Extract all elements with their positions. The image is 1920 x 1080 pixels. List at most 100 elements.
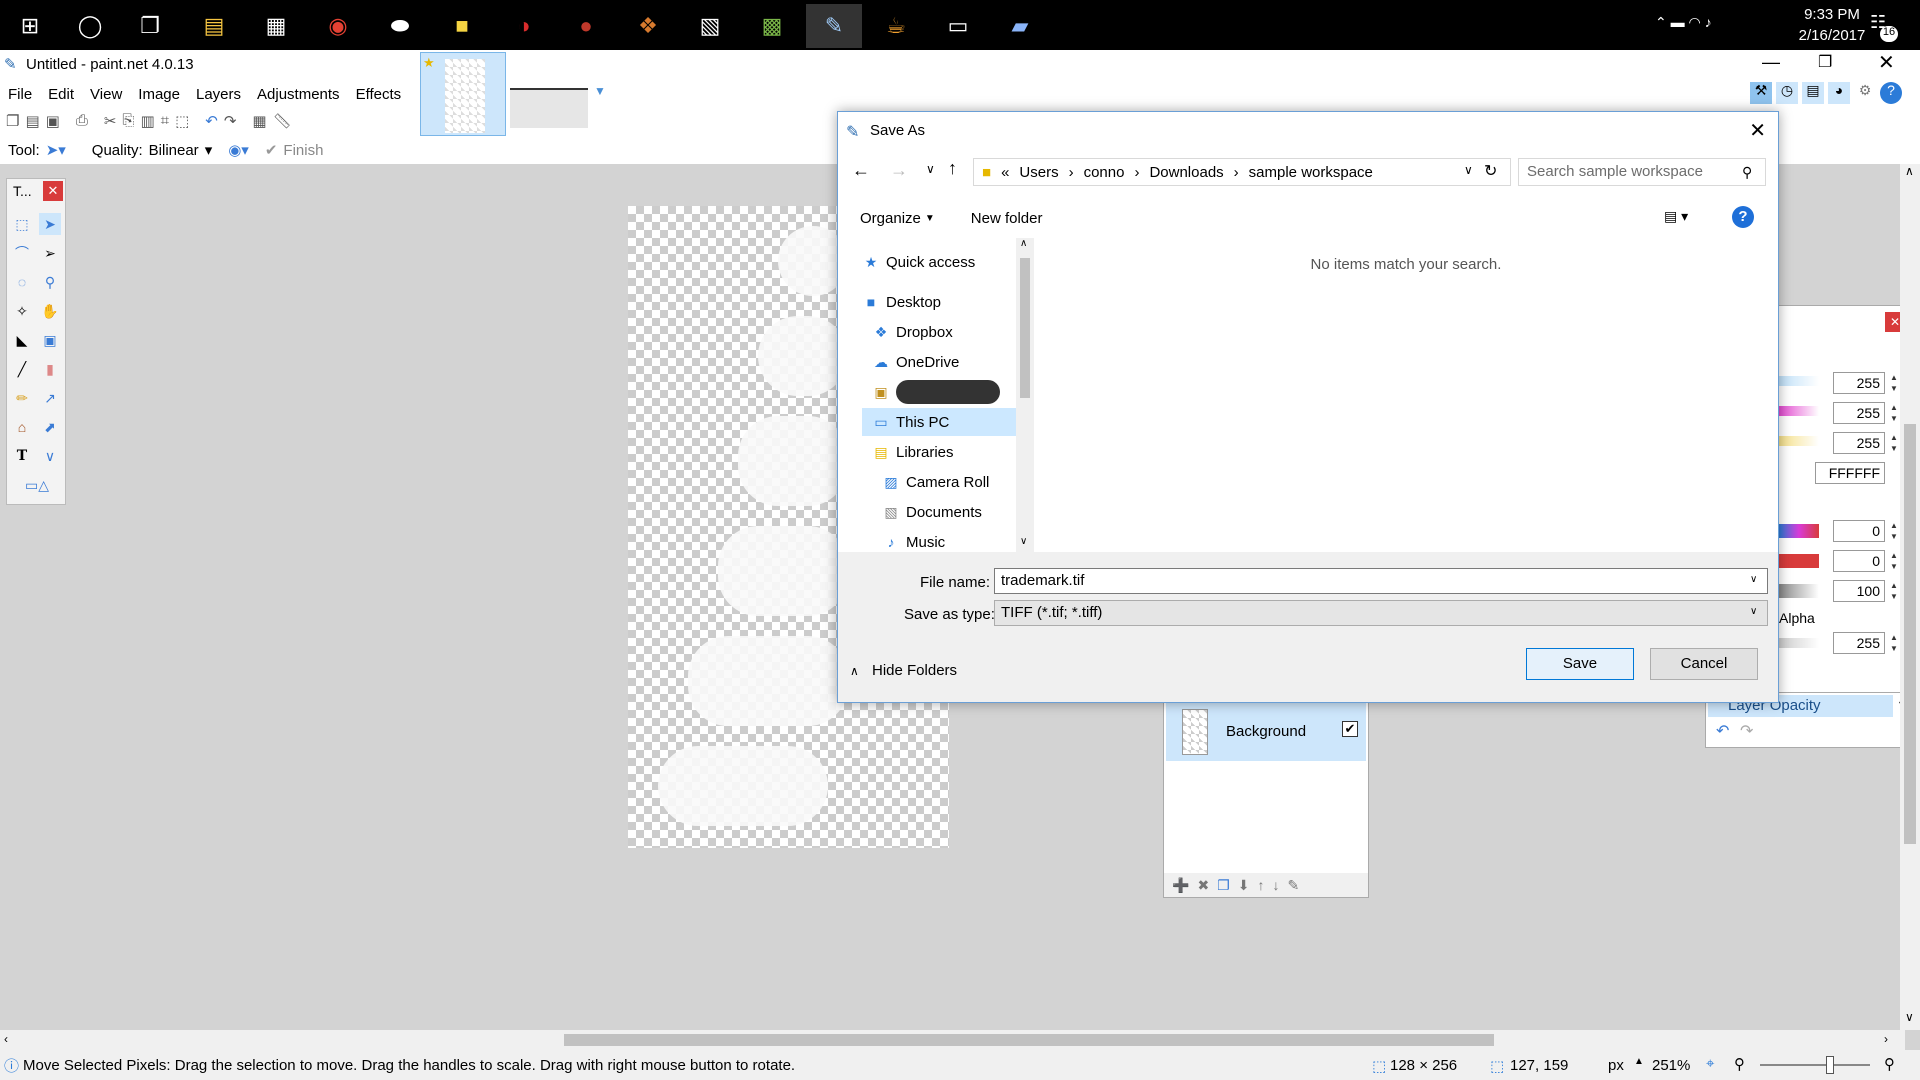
menu-view[interactable]: View [82, 86, 130, 103]
tools-window-icon[interactable]: ⚒ [1750, 82, 1772, 104]
maximize-button[interactable]: ❐ [1818, 52, 1832, 72]
task-view-icon[interactable]: ❐ [122, 4, 178, 48]
quality-chevron-icon[interactable]: ▾ [205, 141, 213, 159]
unit-selector[interactable]: px [1608, 1057, 1624, 1074]
hue-value[interactable]: 0 [1833, 520, 1885, 542]
app-blue-icon[interactable]: ▰ [992, 4, 1048, 48]
menu-effects[interactable]: Effects [348, 86, 410, 103]
value-spinner[interactable]: ▲ ▼ [1887, 580, 1901, 602]
paintnet-taskbar-icon[interactable]: ✎ [806, 4, 862, 48]
shapes-icon[interactable]: ▭△ [15, 474, 59, 496]
zoom-level[interactable]: 251% [1652, 1057, 1690, 1074]
blue-spinner[interactable]: ▲ ▼ [1887, 432, 1901, 454]
eraser-icon[interactable]: ▮ [39, 358, 61, 380]
layers-window-icon[interactable]: ▤ [1802, 82, 1824, 104]
magic-wand-icon[interactable]: ✧ [11, 300, 33, 322]
add-layer-icon[interactable]: ➕ [1172, 877, 1189, 893]
nav-music[interactable]: ♪ Music [882, 528, 1016, 552]
menu-file[interactable]: File [0, 86, 40, 103]
move-selection-icon[interactable]: ➢ [39, 242, 61, 264]
alpha-slider[interactable] [1779, 638, 1819, 648]
sticky-notes-icon[interactable]: ■ [434, 4, 490, 48]
gradient-icon[interactable]: ▣ [39, 329, 61, 351]
help-icon[interactable]: ? [1880, 82, 1902, 104]
saturation-slider[interactable] [1779, 554, 1819, 568]
image-thumbnail-active[interactable]: ★ [420, 52, 506, 136]
nav-onedrive[interactable]: ☁ OneDrive [872, 348, 1016, 376]
text-icon[interactable]: T [11, 445, 33, 467]
forward-button[interactable]: → [890, 160, 908, 181]
scroll-down-icon[interactable]: ∨ [1020, 536, 1027, 547]
merge-layer-icon[interactable]: ⬇ [1238, 877, 1250, 893]
pan-icon[interactable]: ✋ [39, 300, 61, 322]
cut-icon[interactable]: ✂ [104, 112, 117, 130]
scroll-up-icon[interactable]: ∧ [1905, 164, 1914, 178]
scroll-up-icon[interactable]: ∧ [1020, 238, 1027, 249]
organize-button[interactable]: Organize [860, 210, 921, 227]
nav-redacted-user[interactable]: ▣ [872, 378, 1016, 406]
zoom-out-icon[interactable]: ⚲ [1734, 1055, 1745, 1073]
scroll-thumb[interactable] [1020, 258, 1030, 398]
back-button[interactable]: ← [852, 160, 870, 181]
horizontal-scroll-thumb[interactable] [564, 1034, 1494, 1046]
java-icon[interactable]: ☕ [868, 4, 924, 48]
save-icon[interactable]: ▣ [46, 112, 60, 130]
delete-layer-icon[interactable]: ✖ [1197, 877, 1209, 893]
zoom-in-icon[interactable]: ⚲ [1884, 1055, 1895, 1073]
history-undo-icon[interactable]: ↶ [1716, 721, 1729, 741]
save-type-dropdown-icon[interactable]: ∨ [1750, 606, 1757, 617]
hue-spinner[interactable]: ▲ ▼ [1887, 520, 1901, 542]
breadcrumb-conno[interactable]: conno [1084, 164, 1125, 181]
saturation-spinner[interactable]: ▲ ▼ [1887, 550, 1901, 572]
value-value[interactable]: 100 [1833, 580, 1885, 602]
breadcrumb-overflow[interactable]: « [1001, 164, 1009, 181]
breadcrumb-users[interactable]: Users [1019, 164, 1058, 181]
scroll-left-icon[interactable]: ‹ [4, 1032, 8, 1046]
hide-folders-button[interactable]: Hide Folders [872, 662, 957, 679]
nav-this-pc[interactable]: ▭ This PC [862, 408, 1016, 436]
chrome-icon[interactable]: ◉ [310, 4, 366, 48]
menu-edit[interactable]: Edit [40, 86, 82, 103]
clone-stamp-icon[interactable]: ⌂ [11, 416, 33, 438]
recolor-icon[interactable]: ⬈ [39, 416, 61, 438]
move-layer-down-icon[interactable]: ↓ [1272, 877, 1279, 893]
ruler-icon[interactable]: 📏︎ [273, 112, 292, 130]
nav-camera-roll[interactable]: ▨ Camera Roll [882, 468, 1016, 496]
terminal-icon[interactable]: ▭ [930, 4, 986, 48]
red-slider[interactable] [1779, 376, 1819, 386]
open-icon[interactable]: ▤ [25, 112, 39, 130]
document-icon[interactable]: ▧ [682, 4, 738, 48]
green-slider[interactable] [1779, 406, 1819, 416]
close-button[interactable]: ✕ [1878, 50, 1895, 75]
scroll-right-icon[interactable]: › [1884, 1032, 1888, 1046]
copy-icon[interactable]: ⎘ [122, 112, 134, 130]
unit-dropdown-icon[interactable]: ▲ [1634, 1056, 1644, 1067]
clock[interactable]: 9:33 PM 2/16/2017 [1782, 6, 1882, 44]
crop-icon[interactable]: ⌗ [161, 112, 169, 130]
red-spinner[interactable]: ▲ ▼ [1887, 372, 1901, 394]
undo-icon[interactable]: ↶ [205, 112, 218, 130]
green-spinner[interactable]: ▲ ▼ [1887, 402, 1901, 424]
layer-visible-checkbox[interactable]: ✔ [1342, 721, 1358, 737]
image-thumbnail-2[interactable] [510, 88, 588, 128]
red-value[interactable]: 255 [1833, 372, 1885, 394]
paint-bucket-icon[interactable]: ◣ [11, 329, 33, 351]
hex-value[interactable]: FFFFFF [1815, 462, 1885, 484]
recent-locations-icon[interactable]: ∨ [926, 162, 935, 176]
rectangle-select-icon[interactable]: ⬚ [11, 213, 33, 235]
save-type-select[interactable]: TIFF (*.tif; *.tiff) [994, 600, 1768, 626]
quality-dropdown[interactable]: Bilinear [149, 142, 199, 159]
minimize-button[interactable]: — [1762, 52, 1780, 73]
file-explorer-icon[interactable]: ▤ [186, 4, 242, 48]
nav-quick-access[interactable]: ★ Quick access [862, 248, 1016, 276]
tool-selector[interactable]: ➤▾ [46, 141, 66, 159]
layer-properties-icon[interactable]: ✎ [1287, 877, 1299, 893]
zoom-icon[interactable]: ⚲ [39, 271, 61, 293]
file-list[interactable]: No items match your search. [1034, 238, 1778, 552]
dialog-close-button[interactable]: ✕ [1749, 118, 1766, 143]
save-button[interactable]: Save [1526, 648, 1634, 680]
hide-folders-icon[interactable]: ∧ [850, 664, 859, 678]
menu-image[interactable]: Image [130, 86, 188, 103]
nav-libraries[interactable]: ▤ Libraries [872, 438, 1016, 466]
line-curve-icon[interactable]: ∨ [39, 445, 61, 467]
